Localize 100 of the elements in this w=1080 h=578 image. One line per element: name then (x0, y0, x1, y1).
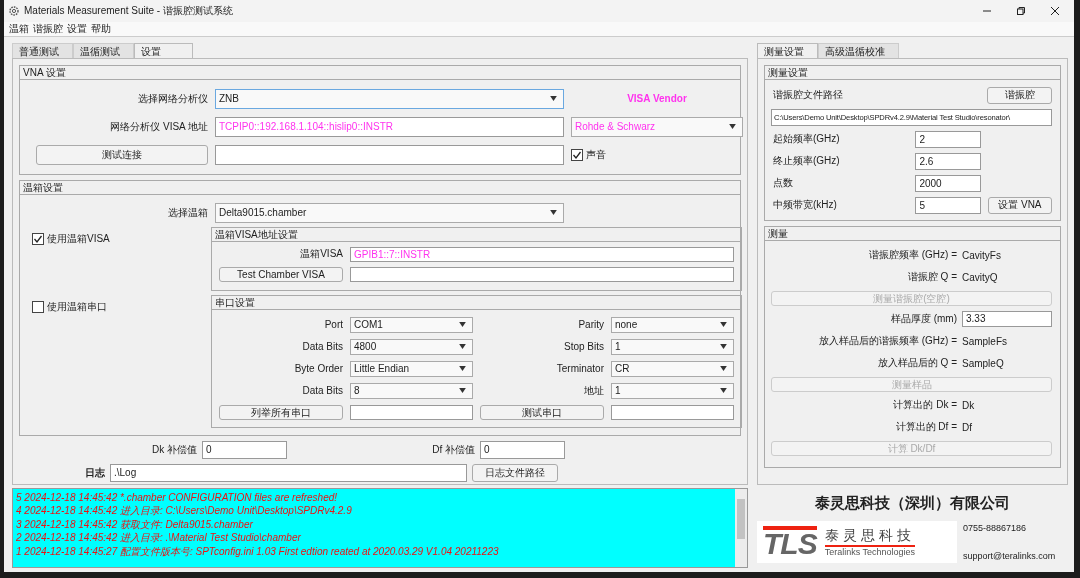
dropdown[interactable]: CR (611, 360, 734, 377)
dropdown-arrow-icon (720, 344, 727, 350)
dropdown[interactable]: 1 (611, 382, 734, 399)
group-title: 温箱设置 (23, 181, 63, 193)
field-label: Parity (577, 319, 604, 331)
dropdown[interactable]: 1 (611, 338, 734, 355)
input-field[interactable]: 2 (915, 130, 981, 148)
readout-value: SampleQ (962, 357, 1004, 369)
checkbox[interactable] (571, 148, 583, 161)
checkbox[interactable] (32, 232, 44, 245)
group-title: 温箱VISA地址设置 (215, 228, 298, 240)
test-port-button[interactable]: 测试串口 (480, 404, 604, 420)
test-chamber-button[interactable]: Test Chamber VISA (219, 266, 343, 282)
input-field[interactable] (350, 266, 734, 282)
phone-number: 0755-88867186 (963, 522, 1028, 533)
resonator-button[interactable]: 谐振腔 (987, 86, 1052, 104)
scrollbar[interactable] (735, 488, 747, 567)
checkbox[interactable] (32, 300, 44, 313)
field-label: 温箱VISA (299, 247, 343, 262)
dropdown[interactable]: ZNB (215, 88, 564, 109)
dropdown[interactable]: 8 (350, 382, 473, 399)
input-field[interactable]: 2.6 (915, 152, 981, 170)
log-line: 3 2024-12-18 14:45:42 获取文件: Delta9015.chamber (16, 517, 254, 532)
field-label: 谐振腔文件路径 (772, 88, 844, 103)
field-label: 点数 (772, 176, 794, 191)
field-label: 起始频率(GHz) (772, 132, 841, 147)
list-ports-button[interactable]: 列举所有串口 (219, 404, 343, 420)
input-field[interactable]: 2000 (915, 174, 981, 192)
field-label: 网络分析仪 VISA 地址 (109, 119, 208, 134)
readout-value: CavityFs (962, 249, 1001, 261)
tab[interactable]: 温循测试 (73, 42, 134, 58)
gear-icon (8, 4, 20, 17)
readout-label: 放入样品后的 Q = (876, 356, 957, 371)
dropdown[interactable]: none (611, 316, 734, 333)
field-label: Stop Bits (562, 341, 604, 353)
dropdown-arrow-icon (459, 366, 466, 372)
dropdown[interactable]: Little Endian (350, 360, 473, 377)
readout-label: 放入样品后的谐振频率 (GHz) = (817, 334, 957, 349)
email-address: support@teralinks.com (963, 550, 1056, 561)
dropdown-arrow-icon (550, 210, 557, 216)
dropdown-arrow-icon (720, 322, 727, 328)
log-line: 2 2024-12-18 14:45:42 进入目录: .\Material Test Studio\chamber (16, 531, 302, 545)
input-field[interactable]: 5 (915, 196, 981, 214)
field-label: Terminator (555, 363, 604, 375)
dropdown-arrow-icon (550, 96, 557, 102)
dropdown-arrow-icon (720, 388, 727, 394)
checkbox-label: 声音 (586, 147, 606, 162)
log-path-button[interactable]: 日志文件路径 (472, 463, 558, 482)
checkbox-label: 使用温箱VISA (47, 231, 110, 246)
input-field[interactable] (350, 404, 473, 420)
group-title: 串口设置 (215, 296, 255, 308)
readout-label: 计算出的 Df = (894, 420, 957, 435)
menu-item[interactable]: 帮助 (91, 21, 111, 36)
menu-item[interactable]: 温箱 (9, 21, 29, 36)
test-connection-button[interactable]: 测试连接 (36, 144, 208, 165)
input-field[interactable] (215, 144, 564, 165)
readout-value: CavityQ (962, 271, 998, 283)
input-field[interactable]: 0 (480, 440, 565, 459)
menu-item[interactable]: 谐振腔 (33, 21, 63, 36)
log-line: 5 2024-12-18 14:45:42 *.chamber CONFIGURATION files are refreshed! (16, 490, 339, 505)
checkbox-label: 使用温箱串口 (47, 299, 107, 314)
field-label: 选择网络分析仪 (137, 91, 208, 106)
field-label: Port (323, 319, 343, 331)
input-field[interactable] (611, 404, 734, 420)
readout-label: 谐振腔 Q = (906, 270, 957, 285)
input-field[interactable]: 0 (202, 440, 287, 459)
close-icon[interactable] (1050, 5, 1060, 16)
dropdown[interactable]: COM1 (350, 316, 473, 333)
readout-label: 计算出的 Dk = (892, 398, 957, 413)
field-label: Df 补偿值 (431, 442, 475, 457)
tab[interactable]: 测量设置 (757, 42, 818, 58)
group-title: 测量设置 (768, 66, 808, 78)
tab[interactable]: 设置 (134, 42, 193, 58)
menu-item[interactable]: 设置 (67, 21, 87, 36)
field-label: 样品厚度 (mm) (889, 312, 957, 327)
input-field[interactable]: 3.33 (962, 311, 1052, 328)
restore-icon[interactable] (1016, 5, 1026, 16)
dropdown-arrow-icon (459, 344, 466, 350)
readout-value: Df (962, 421, 972, 433)
field-label: Data Bits (301, 341, 343, 353)
dropdown[interactable]: 4800 (350, 338, 473, 355)
dropdown-arrow-icon (729, 124, 736, 130)
field-label: 终止频率(GHz) (772, 154, 841, 169)
input-field[interactable]: .\Log (110, 463, 467, 482)
field-label: 中频带宽(kHz) (772, 198, 838, 213)
dropdown-arrow-icon (459, 322, 466, 328)
window-title: Materials Measurement Suite - 谐振腔测试系统 (24, 3, 233, 18)
dropdown-arrow-icon (720, 366, 727, 372)
group-title: VNA 设置 (23, 66, 66, 78)
set-vna-button[interactable]: 设置 VNA (987, 196, 1052, 214)
dropdown[interactable]: Delta9015.chamber (215, 202, 564, 223)
readout-value: SampleFs (962, 335, 1007, 347)
company-name: 泰灵思科技（深圳）有限公司 (814, 492, 1011, 513)
field-label: Dk 补偿值 (151, 442, 197, 457)
tab[interactable]: 高级温循校准 (818, 42, 899, 58)
log-line: 4 2024-12-18 14:45:42 进入目录: C:\Users\Demo Unit\Desktop\SPDRv4.2.9 (16, 504, 353, 518)
field-label: 选择温箱 (167, 205, 208, 220)
log-line: 1 2024-12-18 14:45:27 配置文件版本号: SPTconfig.ini 1.03 First edtion reated at 2020.03.29 V1.04 20211223 (16, 544, 500, 559)
field-label: 地址 (583, 383, 604, 398)
tab[interactable]: 普通测试 (12, 42, 73, 58)
